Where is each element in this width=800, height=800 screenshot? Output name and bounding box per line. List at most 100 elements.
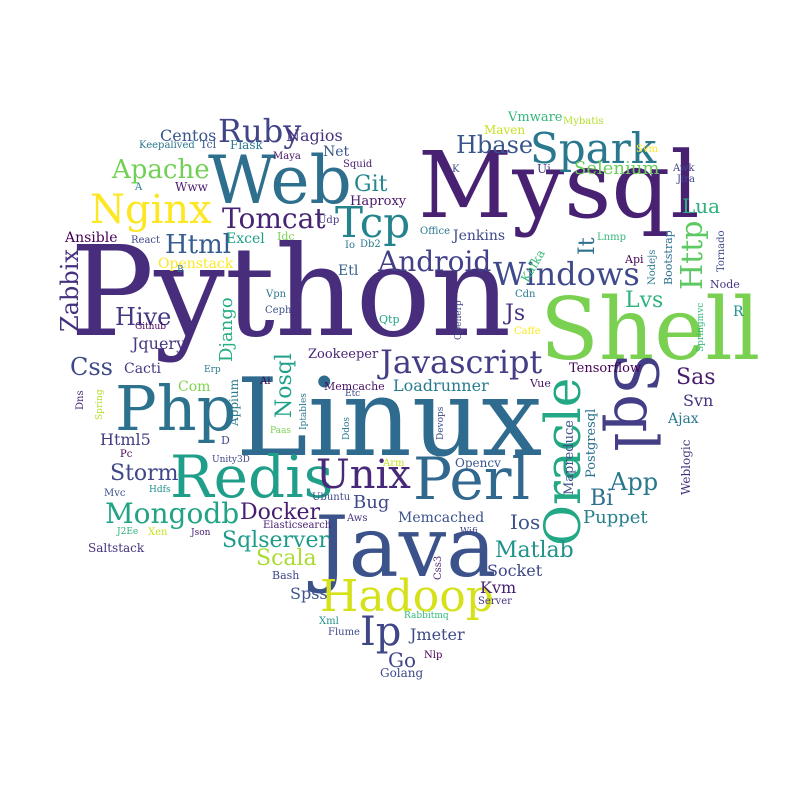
word-ubuntu: Ubuntu [312, 492, 351, 503]
word-git: Git [354, 172, 388, 197]
word-javascript: Javascript [380, 343, 543, 381]
word-com: Com [178, 379, 211, 395]
word-zabbix: Zabbix [56, 249, 84, 332]
word-tornado: Tornado [716, 230, 727, 272]
word-css: Css [70, 353, 113, 381]
word-cdn: Cdn [515, 289, 536, 300]
word-paas: Paas [270, 426, 292, 436]
word-windows: Windows [493, 255, 640, 293]
word-django: Django [216, 297, 237, 362]
word-vmware: Vmware [508, 110, 563, 125]
word-openerp: Openerp [454, 300, 464, 340]
word-svm: Svm [636, 144, 658, 155]
word-flask: Flask [230, 138, 263, 152]
word-lvs: Lvs [625, 288, 664, 313]
word-vue: Vue [530, 377, 551, 390]
word-ai: Ai [260, 376, 271, 387]
word-io: Io [345, 240, 355, 251]
word-puppet: Puppet [583, 507, 648, 528]
word-ceph: Ceph [265, 305, 292, 316]
word-json: Json [191, 528, 211, 538]
word-android: Android [378, 245, 492, 278]
word-opencv: Opencv [455, 456, 501, 470]
word-zookeeper: Zookeeper [308, 347, 379, 362]
word-cacti: Cacti [124, 361, 162, 377]
word-kvm: Kvm [480, 578, 517, 597]
word-weblogic: Weblogic [679, 439, 693, 495]
word-api: Api [625, 253, 644, 266]
word-nosql: Nosql [272, 353, 297, 418]
word-svn: Svn [683, 391, 714, 410]
word-mapreduce: Mapreduce [562, 420, 577, 495]
word-html: Html [165, 230, 232, 260]
word-net: Net [323, 144, 350, 160]
word-ajax: Ajax [668, 411, 699, 427]
word-spring: Spring [95, 389, 105, 420]
word-nodejs: Nodejs [647, 249, 658, 285]
word-ansible: Ansible [65, 230, 118, 246]
word-jmeter: Jmeter [410, 625, 465, 644]
word-rabbitmq: Rabbitmq [404, 611, 449, 621]
word-jira: Jira [677, 174, 695, 185]
word-k: K [452, 164, 460, 175]
word-golang: Golang [380, 666, 424, 680]
word-keepalived: Keepalived [139, 140, 195, 151]
word-ip: Ip [360, 609, 402, 655]
word-j2ee: J2Ee [117, 527, 139, 537]
word-memcached: Memcached [398, 510, 485, 526]
word-ios: Ios [510, 510, 541, 534]
word-d: D [221, 434, 230, 447]
word-udp: Udp [318, 215, 340, 226]
word-server: Server [478, 596, 512, 607]
word-bootstrap: Bootstrap [662, 230, 675, 285]
word-matlab: Matlab [495, 538, 574, 563]
word-office: Office [420, 226, 451, 237]
word-tomcat: Tomcat [222, 202, 326, 235]
word-etc: Etc [345, 389, 361, 399]
word-mybatis: Mybatis [563, 116, 604, 127]
word-postgresql: Postgresql [584, 408, 599, 478]
word-github: Github [135, 322, 167, 332]
word-node: Node [710, 278, 740, 291]
word-scala: Scala [256, 546, 317, 571]
word-www: Www [175, 180, 208, 194]
word-aws: Aws [347, 513, 368, 524]
word-saltstack: Saltstack [88, 541, 145, 555]
word-nagios: Nagios [286, 126, 343, 145]
word-flume: Flume [328, 627, 360, 638]
word-js: Js [505, 301, 526, 326]
word-storm: Storm [110, 461, 179, 486]
word-bug: Bug [353, 492, 390, 513]
word-squid: Squid [343, 159, 373, 170]
word-nlp: Nlp [424, 650, 443, 661]
word-mvc: Mvc [104, 488, 126, 499]
word-haproxy: Haproxy [350, 194, 407, 209]
word-mongodb: Mongodb [105, 497, 240, 530]
word-http: Http [675, 220, 710, 290]
word-maven: Maven [484, 123, 526, 137]
word-selenium: Selenium [574, 158, 660, 179]
word-ddos: Ddos [342, 416, 352, 440]
word-db2: Db2 [360, 239, 381, 250]
word-jenkins: Jenkins [453, 228, 506, 244]
word-lua: Lua [682, 194, 721, 218]
word-nginx: Nginx [90, 187, 212, 233]
word-dns: Dns [75, 390, 86, 410]
word-caffe: Caffe [514, 326, 541, 337]
word-lnmp: Lnmp [597, 232, 626, 243]
word-unity3d: Unity3D [212, 455, 250, 465]
word-xen: Xen [148, 527, 168, 538]
word-socket: Socket [487, 561, 543, 580]
word-it: It [575, 237, 600, 255]
word-cloud: Python Linux Mysql Java Shell Web Php Re… [0, 0, 800, 800]
word-r: R [733, 304, 744, 320]
word-css3: Css3 [433, 555, 444, 580]
word-elasticsearch: Elasticsearch [263, 520, 332, 531]
word-appium: Appium [227, 379, 241, 426]
word-jquery: Jquery [132, 334, 186, 353]
word-tcl: Tcl [200, 138, 217, 151]
word-awk: Awk [673, 163, 695, 174]
word-vpn: Vpn [266, 289, 287, 300]
word-erp: Erp [204, 365, 221, 375]
word-spss: Spss [290, 584, 328, 603]
